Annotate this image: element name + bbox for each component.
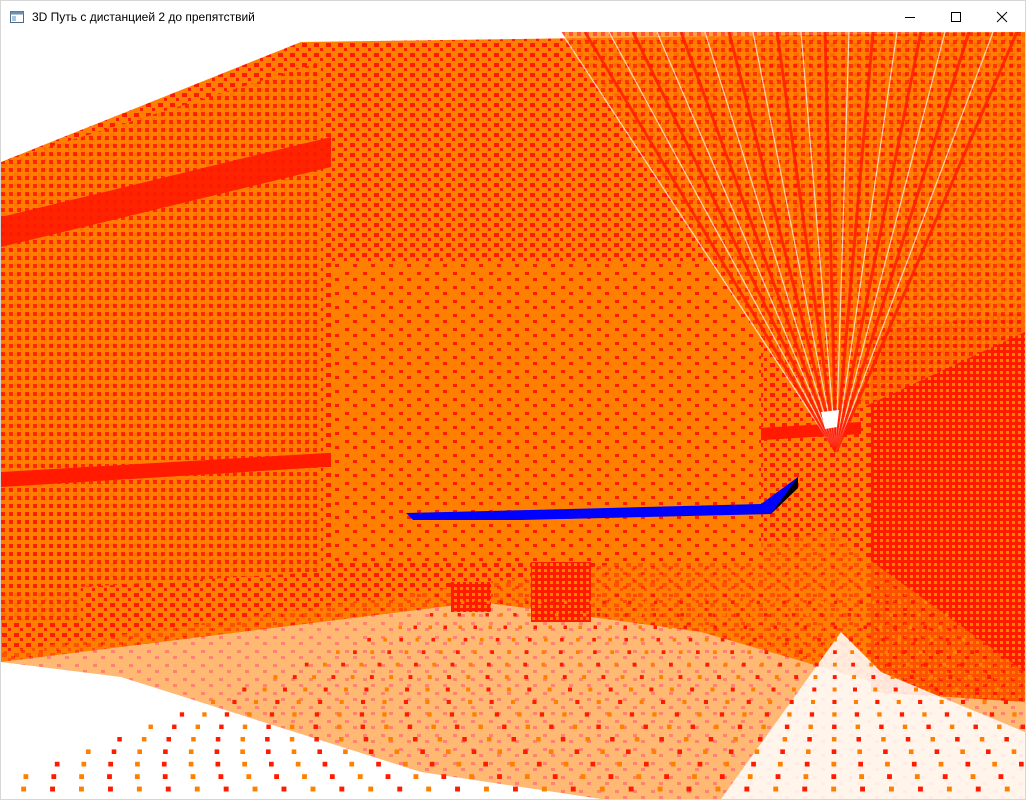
close-button[interactable] xyxy=(979,1,1025,32)
3d-viewport[interactable] xyxy=(1,32,1025,799)
voxel-block xyxy=(1,502,81,622)
voxel-block xyxy=(531,562,591,622)
minimize-icon xyxy=(905,16,915,18)
app-window: 3D Путь с дистанцией 2 до препятствий xyxy=(0,0,1026,800)
title-bar[interactable]: 3D Путь с дистанцией 2 до препятствий xyxy=(1,1,1025,32)
window-controls xyxy=(887,1,1025,32)
close-icon xyxy=(996,11,1008,22)
minimize-button[interactable] xyxy=(887,1,933,32)
maximize-icon xyxy=(951,11,961,22)
window-title: 3D Путь с дистанцией 2 до препятствий xyxy=(32,9,255,24)
app-window-icon xyxy=(10,10,24,23)
voxel-block xyxy=(451,582,491,612)
maximize-button[interactable] xyxy=(933,1,979,32)
scene-canvas[interactable] xyxy=(1,32,1025,799)
